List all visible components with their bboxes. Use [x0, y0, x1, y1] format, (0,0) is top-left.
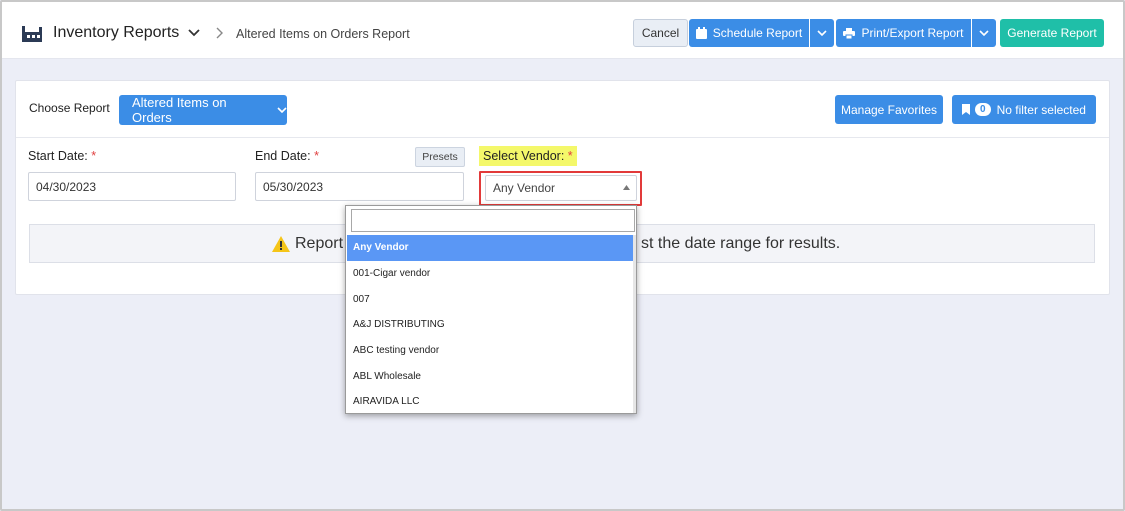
vendor-select[interactable]: Any Vendor — [485, 175, 637, 201]
vendor-label: Select Vendor: * — [479, 146, 577, 166]
filter-label: No filter selected — [996, 102, 1086, 117]
vendor-option[interactable]: AIRAVIDA LLC — [347, 389, 634, 415]
vendor-label-text: Select Vendor: — [483, 149, 565, 163]
start-date-label: Start Date: * — [28, 149, 96, 163]
manage-favorites-label: Manage Favorites — [840, 102, 938, 117]
vendor-option[interactable]: ABL Wholesale — [347, 363, 634, 389]
breadcrumb: Altered Items on Orders Report — [236, 27, 410, 41]
caret-up-icon — [623, 185, 630, 190]
print-label: Print/Export Report — [861, 26, 964, 40]
vendor-option-list: Any Vendor 001-Cigar vendor 007 A&J DISTRIB… — [347, 235, 634, 415]
end-date-label: End Date: * — [255, 149, 319, 163]
end-date-input[interactable]: 05/30/2023 — [255, 172, 464, 201]
vendor-option[interactable]: Any Vendor — [347, 235, 634, 261]
start-date-value: 04/30/2023 — [36, 179, 97, 194]
alert-text-right: st the date range for results. — [641, 235, 841, 252]
bookmark-icon — [962, 104, 971, 115]
print-export-button[interactable]: Print/Export Report — [836, 19, 971, 47]
cancel-label: Cancel — [641, 26, 680, 40]
calendar-icon — [695, 27, 707, 39]
required-mark: * — [314, 149, 319, 163]
app-title[interactable]: Inventory Reports — [53, 24, 179, 42]
start-date-label-text: Start Date: — [28, 149, 88, 163]
filter-count-badge: 0 — [975, 103, 991, 116]
top-header: Inventory Reports Altered Items on Order… — [2, 2, 1123, 59]
generate-report-button[interactable]: Generate Report — [1000, 19, 1104, 47]
print-dropdown-button[interactable] — [972, 19, 996, 47]
chevron-right-icon — [216, 27, 223, 39]
required-mark: * — [567, 149, 573, 163]
vendor-option[interactable]: 007 — [347, 286, 634, 312]
alert-text-left: Report — [295, 235, 344, 252]
chevron-down-icon — [817, 29, 827, 36]
factory-icon — [22, 26, 42, 42]
printer-icon — [843, 27, 856, 39]
end-date-value: 05/30/2023 — [263, 179, 324, 194]
generate-label: Generate Report — [1007, 26, 1097, 40]
chevron-down-icon — [979, 29, 989, 36]
required-mark: * — [91, 149, 97, 163]
schedule-dropdown-button[interactable] — [810, 19, 834, 47]
vendor-search-input[interactable] — [351, 209, 635, 232]
vendor-option[interactable]: ABC testing vendor — [347, 338, 634, 364]
cancel-button[interactable]: Cancel — [633, 19, 688, 47]
start-date-input[interactable]: 04/30/2023 — [28, 172, 236, 201]
divider — [16, 137, 1109, 138]
vendor-option[interactable]: A&J DISTRIBUTING — [347, 312, 634, 338]
chevron-down-icon[interactable] — [188, 28, 200, 38]
vendor-select-value: Any Vendor — [493, 181, 556, 195]
vendor-highlight-box: Any Vendor — [479, 171, 642, 206]
dropdown-scrollbar[interactable] — [633, 235, 636, 413]
vendor-option[interactable]: 001-Cigar vendor — [347, 261, 634, 287]
filter-button[interactable]: 0 No filter selected — [952, 95, 1096, 124]
schedule-report-button[interactable]: Schedule Report — [689, 19, 809, 47]
choose-report-label: Choose Report — [29, 101, 110, 115]
manage-favorites-button[interactable]: Manage Favorites — [835, 95, 943, 124]
chevron-down-icon — [277, 106, 287, 114]
report-select[interactable]: Altered Items on Orders — [119, 95, 287, 125]
end-date-label-text: End Date: — [255, 149, 311, 163]
presets-button[interactable]: Presets — [415, 147, 465, 167]
schedule-label: Schedule Report — [712, 26, 803, 40]
selected-report: Altered Items on Orders — [132, 95, 227, 125]
warning-icon — [272, 236, 290, 252]
alert-left: Report — [272, 235, 343, 253]
presets-label: Presets — [422, 151, 458, 163]
vendor-dropdown: Any Vendor 001-Cigar vendor 007 A&J DISTRIB… — [345, 205, 637, 414]
